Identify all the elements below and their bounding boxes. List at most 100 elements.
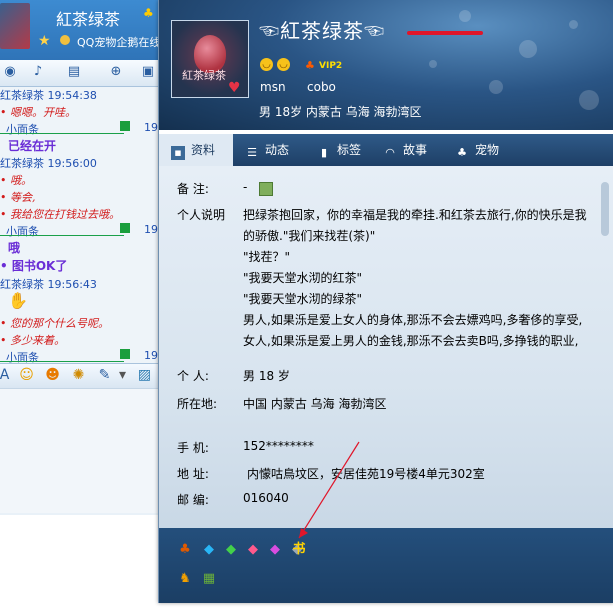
time-fragment: 19 xyxy=(144,121,158,134)
phone-label: 手 机: xyxy=(177,441,209,455)
message-sender: 红茶绿茶 19:54:38 xyxy=(0,89,97,102)
font-icon[interactable]: A xyxy=(0,367,13,384)
smile-icon: ◡ xyxy=(260,58,273,71)
bookmark-icon: ▮ xyxy=(320,146,328,159)
location-value: 中国 内蒙古 乌海 海勃湾区 xyxy=(243,397,387,411)
remark-label: 备 注: xyxy=(177,182,209,196)
signature-line: "我要天堂水沏的绿茶" xyxy=(243,292,363,306)
chat-messages: 红茶绿茶 19:54:38 • 嗯嗯。开哇。 小面条 19 已经在开 红茶绿茶 … xyxy=(0,87,160,369)
tab-profile[interactable]: ▪ 资料 xyxy=(159,134,233,166)
wave-hand-icon: ✋ xyxy=(8,291,28,310)
raindrop-decoration xyxy=(519,40,537,58)
msn-label[interactable]: msn xyxy=(260,80,286,94)
basic-info: 男 18岁 内蒙古 乌海 海勃湾区 xyxy=(259,105,422,119)
location-label: 所在地: xyxy=(177,397,218,411)
vip-badge[interactable]: VIP2 xyxy=(319,61,342,71)
magic-emoji-icon[interactable]: ☻ xyxy=(44,367,61,384)
qq-penguin-icon[interactable]: ♣ xyxy=(305,59,315,72)
file-transfer-icon[interactable]: ▤ xyxy=(66,64,82,80)
emoji-icon[interactable]: ☺ xyxy=(18,367,35,384)
profile-card: 紅茶绿茶 ♥ ☜紅茶绿茶☜ ◡ ◡ ♣ VIP2 msn cobo 男 18岁 … xyxy=(158,0,613,603)
profile-header: 紅茶绿茶 ♥ ☜紅茶绿茶☜ ◡ ◡ ♣ VIP2 msn cobo 男 18岁 … xyxy=(159,0,613,130)
star-icon[interactable]: ★ xyxy=(38,33,51,49)
message-text: • 嗯嗯。开哇。 xyxy=(0,106,76,119)
heart-icon: ♥ xyxy=(228,80,241,96)
add-contact-icon[interactable]: ⊕ xyxy=(108,64,124,80)
message-text: • 您的那个什么号呢。 xyxy=(0,317,109,330)
tab-tags[interactable]: ▮ 标签 xyxy=(317,134,361,166)
message-text: • 图书OK了 xyxy=(0,259,68,273)
qq-penguin-icon[interactable]: ♣ xyxy=(177,542,193,558)
zip-value: 016040 xyxy=(243,491,289,505)
message-sender: 红茶绿茶 19:56:00 xyxy=(0,157,97,170)
message-text: • 哦。 xyxy=(0,174,32,187)
screenshot-icon[interactable]: ✎ xyxy=(96,367,113,384)
avatar[interactable] xyxy=(0,3,30,49)
signature-line: 的骄傲."我们来找茬(茶)" xyxy=(243,229,376,243)
shake-icon[interactable]: ✺ xyxy=(70,367,87,384)
raindrop-decoration xyxy=(459,10,471,22)
tab-label: 资料 xyxy=(191,143,216,157)
profile-tabs: ▪ 资料 ☰ 动态 ▮ 标签 ◠ 故事 ♣ 宠物 xyxy=(159,134,613,166)
time-fragment: 19 xyxy=(144,223,158,236)
chat-window: 紅茶绿茶 ♣ ★ QQ宠物企鹅在线 ◉ ♪ ▤ ⊕ ▣ 红茶绿茶 19:54:3… xyxy=(0,0,160,515)
avatar-text: 紅茶绿茶 xyxy=(182,69,226,82)
diamond-purple-icon[interactable]: ◆ xyxy=(267,542,283,558)
signature-line: "我要天堂水沏的红茶" xyxy=(243,271,363,285)
scrollbar[interactable] xyxy=(600,172,610,522)
raindrop-decoration xyxy=(579,90,599,110)
message-text: • 多少来着。 xyxy=(0,334,65,347)
chat-input-area[interactable] xyxy=(0,388,160,513)
image-icon[interactable]: ▨ xyxy=(136,367,153,384)
diamond-pink-icon[interactable]: ◆ xyxy=(245,542,261,558)
chat-toolbar: ◉ ♪ ▤ ⊕ ▣ xyxy=(0,60,160,87)
chevron-down-icon[interactable]: ▾ xyxy=(114,367,131,384)
tab-label: 动态 xyxy=(265,143,290,157)
address-value: 内懞咕鳥坟区，安居佳苑19号楼4单元302室 xyxy=(247,467,485,481)
profile-badges-bar: ♣ ◆ ◆ ◆ ◆ ◆ 书 ♞ ▦ xyxy=(159,528,613,603)
chat-input-toolbar: A ☺ ☻ ✺ ✎ ▾ ▨ xyxy=(0,363,160,388)
chat-contact-name: 紅茶绿茶 xyxy=(56,10,121,29)
message-text: • 等会, xyxy=(0,191,36,204)
wifi-signal-icon: ◠ xyxy=(385,146,395,159)
personal-value: 男 18 岁 xyxy=(243,369,290,383)
status-icon xyxy=(60,35,70,45)
message-divider xyxy=(0,235,124,236)
raindrop-decoration xyxy=(569,20,578,29)
tab-pet[interactable]: ♣ 宠物 xyxy=(455,134,499,166)
smile-icon: ◡ xyxy=(277,58,290,71)
time-fragment: 19 xyxy=(144,349,158,362)
status-square-icon xyxy=(120,349,130,359)
scrollbar-thumb[interactable] xyxy=(601,182,609,236)
status-square-icon xyxy=(120,223,130,233)
remark-value: - xyxy=(243,180,248,194)
message-divider xyxy=(0,133,124,134)
raindrop-decoration xyxy=(489,80,503,94)
tab-story[interactable]: ◠ 故事 xyxy=(383,134,427,166)
chat-subtitle: QQ宠物企鹅在线 xyxy=(77,36,160,49)
tab-label: 故事 xyxy=(403,143,428,157)
redaction-mark xyxy=(407,31,483,35)
tab-activity[interactable]: ☰ 动态 xyxy=(245,134,289,166)
diamond-blue-icon[interactable]: ◆ xyxy=(201,542,217,558)
book-icon[interactable]: 书 xyxy=(291,542,307,558)
profile-details: 备 注: - 个人说明 把绿茶抱回家，你的幸福是我的牵挂.和红茶去旅行,你的快乐… xyxy=(159,166,613,528)
message-sender: 红茶绿茶 19:56:43 xyxy=(0,278,97,291)
message-sender: 小面条 xyxy=(6,225,39,238)
tab-label: 宠物 xyxy=(475,143,500,157)
qq-penguin-icon: ♣ xyxy=(143,6,154,20)
video-call-icon[interactable]: ◉ xyxy=(2,64,18,80)
signature-line: 女人,如果泺是爱上男人的金钱,那泺不会去卖B吗,多挣钱的职业, xyxy=(243,334,579,348)
app-icon[interactable]: ▣ xyxy=(140,64,156,80)
edit-icon[interactable] xyxy=(259,182,273,196)
diamond-green-icon[interactable]: ◆ xyxy=(223,542,239,558)
message-sender: 小面条 xyxy=(6,123,39,136)
signature-line: 男人,如果泺是爱上女人的身体,那泺不会去嫖鸡吗,多奢侈的享受, xyxy=(243,313,583,327)
gift-box-icon[interactable]: ▦ xyxy=(201,571,217,587)
avatar[interactable]: 紅茶绿茶 ♥ xyxy=(171,20,249,98)
pet-penguin-icon: ♣ xyxy=(457,146,467,159)
microphone-icon[interactable]: ♪ xyxy=(30,64,46,80)
signature-label: 个人说明 xyxy=(177,208,226,222)
pet-icon[interactable]: ♞ xyxy=(177,571,193,587)
cobo-label[interactable]: cobo xyxy=(307,80,336,94)
